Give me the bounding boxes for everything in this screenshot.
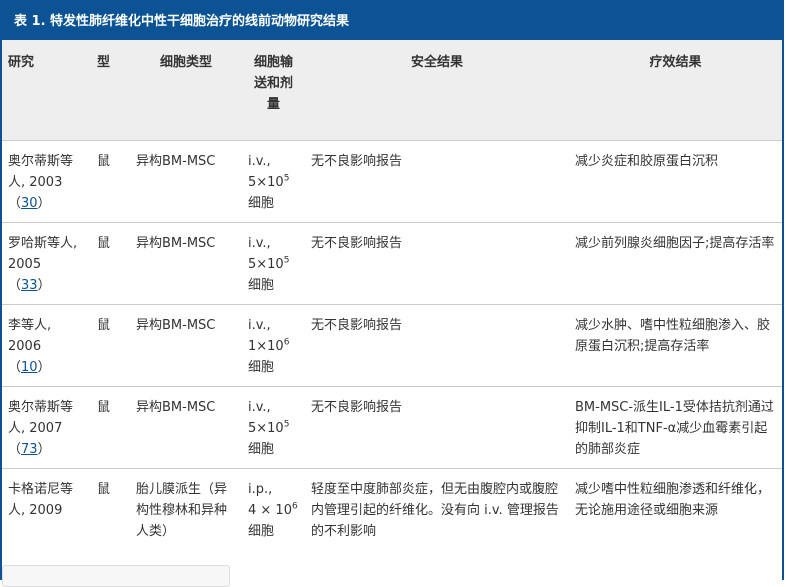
reference-link[interactable]: 10 — [21, 360, 38, 375]
delivery-cell: i.p., 4 × 106 细胞 — [242, 468, 305, 550]
study-name: 罗哈斯等人, 2005 — [8, 236, 78, 272]
delivery-cell: i.v., 5×105 细胞 — [242, 222, 305, 305]
reference-link[interactable]: 73 — [21, 442, 38, 457]
dose-exponent: 5 — [283, 173, 290, 184]
dose: 5×10 — [248, 421, 284, 436]
header-cell-type: 细胞类型 — [130, 40, 242, 141]
table-row: 奥尔蒂斯等人, 2007 （73） 鼠 异构BM-MSC i.v., 5×105 细胞… — [2, 386, 782, 469]
species-cell: 鼠 — [91, 468, 130, 550]
delivery-cell: i.v., 5×105 细胞 — [242, 140, 305, 223]
dose-unit: 细胞 — [248, 196, 275, 211]
header-delivery: 细胞输送和剂量 — [242, 40, 305, 141]
results-table: 研究 型 细胞类型 细胞输送和剂量 安全结果 疗效结果 奥尔蒂斯等人, 2003… — [2, 40, 782, 550]
header-study: 研究 — [2, 40, 91, 141]
species-cell: 鼠 — [91, 140, 130, 223]
table-container: 表 1. 特发性肺纤维化中性干细胞治疗的线前动物研究结果 研究 型 细胞类型 细… — [0, 0, 784, 587]
efficacy-cell: BM-MSC-派生IL-1受体拮抗剂通过抑制IL-1和TNF-α减少血霉素引起的… — [569, 386, 782, 469]
dose-exponent: 5 — [283, 419, 290, 430]
efficacy-cell: 减少炎症和胶原蛋白沉积 — [569, 140, 782, 223]
cell-type-cell: 异构BM-MSC — [130, 304, 242, 387]
study-name: 奥尔蒂斯等人, 2003 — [8, 154, 74, 190]
safety-cell: 无不良影响报告 — [305, 140, 569, 223]
reference-link[interactable]: 30 — [21, 196, 38, 211]
safety-cell: 轻度至中度肺部炎症，但无由腹腔内或腹腔内管理引起的纤维化。没有向 i.v. 管理… — [305, 468, 569, 550]
header-species: 型 — [91, 40, 130, 141]
delivery-cell: i.v., 5×105 细胞 — [242, 386, 305, 469]
dose-unit: 细胞 — [248, 278, 275, 293]
reference-link[interactable]: 33 — [21, 278, 38, 293]
dose-unit: 细胞 — [248, 442, 275, 457]
cell-type-cell: 胎儿膜派生（异构性穆林和异种人类） — [130, 468, 242, 550]
study-name: 李等人, 2006 — [8, 318, 52, 354]
study-name: 卡格诺尼等人, 2009 — [8, 482, 74, 518]
cell-type-cell: 异构BM-MSC — [130, 140, 242, 223]
efficacy-cell: 减少水肿、嗜中性粒细胞渗入、胶原蛋白沉积;提高存活率 — [569, 304, 782, 387]
dose-unit: 细胞 — [248, 360, 275, 375]
dose: 5×10 — [248, 257, 284, 272]
route: i.p., — [248, 482, 273, 497]
study-cell: 奥尔蒂斯等人, 2007 （73） — [2, 386, 91, 469]
header-efficacy: 疗效结果 — [569, 40, 782, 141]
dose: 5×10 — [248, 175, 284, 190]
cell-type-cell: 异构BM-MSC — [130, 386, 242, 469]
dose: 4 × 10 — [248, 503, 292, 518]
safety-cell: 无不良影响报告 — [305, 222, 569, 305]
header-safety: 安全结果 — [305, 40, 569, 141]
table-title: 表 1. 特发性肺纤维化中性干细胞治疗的线前动物研究结果 — [2, 0, 782, 40]
efficacy-cell: 减少前列腺炎细胞因子;提高存活率 — [569, 222, 782, 305]
dose-unit: 细胞 — [248, 524, 275, 539]
study-cell: 罗哈斯等人, 2005 （33） — [2, 222, 91, 305]
study-cell: 李等人, 2006 （10） — [2, 304, 91, 387]
safety-cell: 无不良影响报告 — [305, 386, 569, 469]
table-row: 罗哈斯等人, 2005 （33） 鼠 异构BM-MSC i.v., 5×105 细胞 … — [2, 222, 782, 305]
study-name: 奥尔蒂斯等人, 2007 — [8, 400, 74, 436]
cell-type-cell: 异构BM-MSC — [130, 222, 242, 305]
route: i.v., — [248, 318, 271, 333]
route: i.v., — [248, 236, 271, 251]
route: i.v., — [248, 400, 271, 415]
floating-panel[interactable] — [2, 565, 230, 587]
delivery-cell: i.v., 1×106 细胞 — [242, 304, 305, 387]
table-row: 卡格诺尼等人, 2009 鼠 胎儿膜派生（异构性穆林和异种人类） i.p., 4 … — [2, 468, 782, 550]
study-cell: 奥尔蒂斯等人, 2003 （30） — [2, 140, 91, 223]
dose-exponent: 6 — [291, 501, 298, 512]
species-cell: 鼠 — [91, 222, 130, 305]
dose-exponent: 5 — [283, 255, 290, 266]
table-row: 奥尔蒂斯等人, 2003 （30） 鼠 异构BM-MSC i.v., 5×105 细胞… — [2, 140, 782, 223]
dose-exponent: 6 — [283, 337, 290, 348]
species-cell: 鼠 — [91, 386, 130, 469]
header-row: 研究 型 细胞类型 细胞输送和剂量 安全结果 疗效结果 — [2, 40, 782, 141]
efficacy-cell: 减少嗜中性粒细胞渗透和纤维化，无论施用途径或细胞来源 — [569, 468, 782, 550]
route: i.v., — [248, 154, 271, 169]
study-cell: 卡格诺尼等人, 2009 — [2, 468, 91, 550]
species-cell: 鼠 — [91, 304, 130, 387]
dose: 1×10 — [248, 339, 284, 354]
safety-cell: 无不良影响报告 — [305, 304, 569, 387]
table-row: 李等人, 2006 （10） 鼠 异构BM-MSC i.v., 1×106 细胞 无不… — [2, 304, 782, 387]
